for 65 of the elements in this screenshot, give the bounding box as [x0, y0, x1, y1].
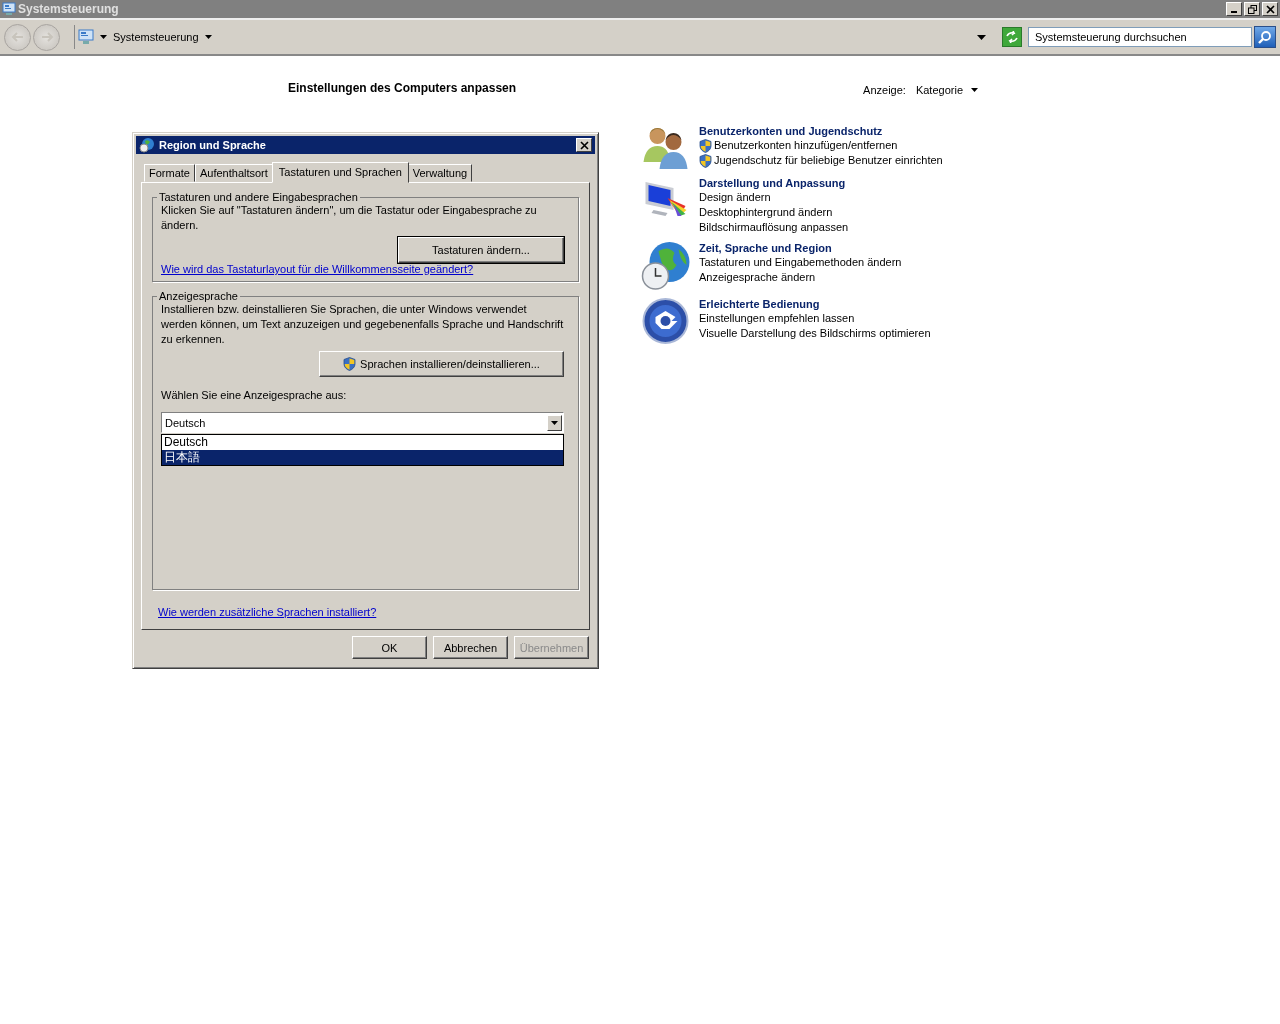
- close-button[interactable]: [576, 138, 592, 152]
- category-link[interactable]: Darstellung und Anpassung: [699, 176, 849, 190]
- help-link[interactable]: Wie wird das Tastaturlayout für die Willkommensseite geändert?: [161, 263, 474, 275]
- dialog-button[interactable]: OK: [352, 636, 427, 659]
- search-field[interactable]: Systemsteuerung durchsuchen: [1028, 27, 1252, 47]
- dropdown-option[interactable]: Deutsch: [162, 435, 563, 450]
- shield-icon: [699, 138, 712, 153]
- task-link[interactable]: Anzeigesprache ändern: [699, 270, 816, 285]
- description-text: Klicken Sie auf "Tastaturen ändern", um die Tastatur oder Eingabesprache zu ändern.: [161, 203, 538, 233]
- dropdown-caret-icon[interactable]: [977, 34, 986, 40]
- view-label: Anzeige:: [863, 84, 906, 96]
- shield-icon: [343, 357, 357, 371]
- language-dropdown[interactable]: Deutsch: [161, 412, 564, 433]
- minimize-button[interactable]: [1226, 2, 1242, 16]
- control-panel-icon: [78, 29, 94, 45]
- task-link[interactable]: Tastaturen und Eingabemethoden ändern: [699, 255, 902, 270]
- close-button[interactable]: [1262, 2, 1278, 16]
- category-link[interactable]: Benutzerkonten und Jugendschutz: [699, 124, 943, 138]
- globe-icon: [139, 137, 155, 153]
- page-heading: Einstellungen des Computers anpassen: [288, 81, 517, 95]
- restore-icon: [1247, 4, 1257, 14]
- caret-icon[interactable]: [100, 35, 107, 39]
- group-legend: Tastaturen und andere Eingabesprachen: [157, 191, 360, 203]
- breadcrumb-item[interactable]: Systemsteuerung: [113, 31, 199, 43]
- dialog-button[interactable]: Abbrechen: [433, 636, 508, 659]
- refresh-button[interactable]: [1002, 27, 1022, 47]
- category-link[interactable]: Erleichterte Bedienung: [699, 297, 931, 311]
- tab[interactable]: Verwaltung: [407, 164, 473, 182]
- accessibility-icon: [640, 297, 691, 345]
- globe-clock-icon: [640, 241, 691, 291]
- task-link[interactable]: Visuelle Darstellung des Bildschirms optimieren: [699, 326, 931, 341]
- caret-icon[interactable]: [204, 35, 212, 39]
- caret-icon: [971, 88, 978, 92]
- close-icon: [1265, 4, 1275, 14]
- prompt-text: Wählen Sie eine Anzeigesprache aus:: [161, 389, 348, 401]
- window-title: Systemsteuerung: [18, 2, 119, 16]
- description-text: Installieren bzw. deinstallieren Sie Sprachen, die unter Windows verwendet werden können, um Text anzuzeigen und gegebenenfalls Sprache und Handschrift zu erkennen.: [161, 302, 564, 347]
- task-link[interactable]: Jugendschutz für beliebige Benutzer einrichten: [714, 153, 943, 168]
- back-arrow-icon: [10, 32, 25, 42]
- tab[interactable]: Tastaturen und Sprachen: [271, 162, 409, 183]
- minimize-icon: [1231, 11, 1237, 13]
- search-button[interactable]: [1254, 26, 1276, 48]
- task-link[interactable]: Desktophintergrund ändern: [699, 205, 833, 220]
- shield-icon: [699, 153, 712, 168]
- task-link[interactable]: Einstellungen empfehlen lassen: [699, 311, 855, 326]
- tab[interactable]: Formate: [144, 164, 195, 182]
- search-icon: [1258, 30, 1272, 44]
- task-link[interactable]: Design ändern: [699, 190, 771, 205]
- tab[interactable]: Aufenthaltsort: [194, 164, 273, 182]
- task-link[interactable]: Benutzerkonten hinzufügen/entfernen: [714, 138, 898, 153]
- dialog-title: Region und Sprache: [159, 139, 266, 151]
- task-link[interactable]: Bildschirmauflösung anpassen: [699, 220, 849, 235]
- category-link[interactable]: Zeit, Sprache und Region: [699, 241, 902, 255]
- change-keyboards-button[interactable]: Tastaturen ändern...: [398, 237, 564, 263]
- install-languages-button[interactable]: Sprachen installieren/deinstallieren...: [319, 351, 564, 377]
- address-bar[interactable]: Systemsteuerung: [74, 25, 992, 49]
- control-panel-icon: [2, 2, 16, 16]
- help-link[interactable]: Wie werden zusätzliche Sprachen installiert?: [158, 606, 579, 618]
- forward-arrow-icon: [39, 32, 54, 42]
- close-icon: [579, 140, 589, 150]
- restore-button[interactable]: [1244, 2, 1260, 16]
- refresh-icon: [1005, 31, 1019, 43]
- group-legend: Anzeigesprache: [157, 290, 240, 302]
- dropdown-option[interactable]: 日本語: [162, 450, 563, 465]
- view-dropdown[interactable]: Kategorie: [915, 84, 978, 96]
